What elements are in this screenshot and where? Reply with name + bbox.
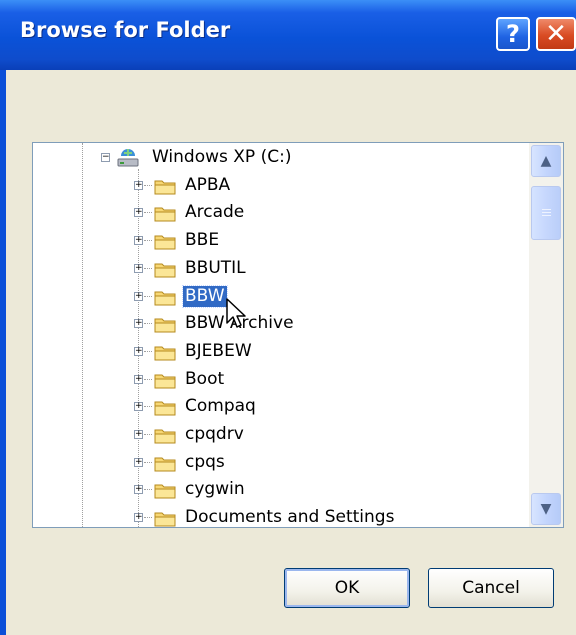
- vertical-scrollbar[interactable]: ▲ ▼: [529, 143, 563, 527]
- tree-folder-row[interactable]: + BBE: [33, 228, 529, 254]
- folder-icon: [154, 512, 176, 527]
- folder-label: BBUTIL: [185, 257, 246, 278]
- expand-icon[interactable]: +: [134, 346, 143, 356]
- expand-icon[interactable]: +: [134, 374, 143, 384]
- folder-icon: [154, 346, 176, 361]
- tree-connector: [144, 323, 152, 325]
- expand-icon[interactable]: +: [134, 402, 143, 412]
- tree-connector: [144, 350, 152, 352]
- expand-icon[interactable]: +: [134, 208, 143, 218]
- folder-icon: [154, 263, 176, 278]
- ok-button[interactable]: OK: [284, 568, 410, 608]
- collapse-icon[interactable]: −: [101, 153, 110, 162]
- folder-label: cygwin: [185, 479, 245, 500]
- scroll-down-button[interactable]: ▼: [531, 493, 561, 525]
- tree-connector: [144, 240, 152, 242]
- expand-icon[interactable]: +: [134, 291, 143, 301]
- expand-icon[interactable]: +: [134, 319, 143, 329]
- browse-folder-dialog: Browse for Folder ? ✕ − Windows XP (C:): [0, 0, 576, 635]
- expand-icon[interactable]: +: [134, 236, 143, 246]
- tree-folder-row[interactable]: + cygwin: [33, 477, 529, 503]
- tree-connector: [144, 434, 152, 435]
- folder-label: BBE: [185, 230, 220, 251]
- scroll-up-button[interactable]: ▲: [531, 145, 561, 177]
- folder-tree[interactable]: − Windows XP (C:) + APBA + Arcade + BBE + BBUTI…: [32, 142, 564, 528]
- folder-icon: [154, 401, 176, 416]
- tree-folder-row[interactable]: + BBW: [33, 284, 529, 310]
- dialog-title: Browse for Folder: [20, 18, 231, 42]
- expand-icon[interactable]: +: [134, 180, 143, 190]
- expand-icon[interactable]: +: [134, 457, 143, 467]
- folder-label: Documents and Settings: [185, 507, 395, 527]
- folder-icon: [154, 374, 176, 389]
- folder-label: APBA: [185, 174, 231, 195]
- tree-folder-row[interactable]: + BBUTIL: [33, 256, 529, 282]
- folder-icon: [154, 484, 176, 499]
- folder-label: Boot: [185, 368, 225, 389]
- folder-icon: [154, 457, 176, 472]
- folder-icon: [154, 207, 176, 222]
- close-button[interactable]: ✕: [536, 17, 576, 51]
- folder-label: BBW: [182, 284, 228, 308]
- expand-icon[interactable]: +: [134, 430, 143, 439]
- tree-connector: [144, 184, 152, 186]
- dialog-body: − Windows XP (C:) + APBA + Arcade + BBE + BBUTI…: [6, 70, 576, 635]
- tree-folder-row[interactable]: + BJEBEW: [33, 339, 529, 365]
- tree-connector: [144, 489, 152, 491]
- expand-icon[interactable]: +: [134, 485, 143, 495]
- cancel-button[interactable]: Cancel: [428, 568, 554, 608]
- folder-label: BJEBEW: [185, 340, 252, 361]
- tree-folder-row[interactable]: + Compaq: [33, 394, 529, 420]
- tree-connector: [144, 378, 152, 380]
- expand-icon[interactable]: +: [134, 513, 143, 523]
- tree-folder-row[interactable]: + Documents and Settings: [33, 505, 529, 527]
- folder-icon: [154, 235, 176, 250]
- drive-icon: [117, 149, 139, 167]
- folder-label: Arcade: [185, 202, 245, 223]
- folder-tree-viewport: − Windows XP (C:) + APBA + Arcade + BBE + BBUTI…: [33, 143, 529, 527]
- tree-connector: [144, 267, 152, 269]
- tree-folder-row[interactable]: + cpqs: [33, 450, 529, 476]
- folder-icon: [154, 291, 176, 305]
- tree-connector: [144, 517, 152, 519]
- help-button[interactable]: ?: [496, 17, 530, 51]
- title-bar[interactable]: Browse for Folder ? ✕: [0, 0, 576, 70]
- tree-folder-row[interactable]: + cpqdrv: [33, 422, 529, 448]
- folder-icon: [154, 429, 176, 444]
- folder-icon: [154, 180, 176, 195]
- expand-icon[interactable]: +: [134, 263, 143, 273]
- tree-connector: [144, 295, 152, 297]
- folder-label: cpqdrv: [185, 424, 244, 444]
- root-label: Windows XP (C:): [152, 147, 292, 167]
- tree-folder-row[interactable]: + Arcade: [33, 200, 529, 226]
- tree-folder-row[interactable]: + APBA: [33, 173, 529, 199]
- folder-label: Compaq: [185, 396, 256, 417]
- tree-connector: [144, 212, 152, 214]
- folder-icon: [154, 318, 176, 333]
- tree-connector: [144, 461, 152, 463]
- scroll-thumb[interactable]: [531, 186, 561, 240]
- tree-folder-row[interactable]: + BBW Archive: [33, 311, 529, 337]
- tree-root-row[interactable]: − Windows XP (C:): [33, 145, 529, 171]
- tree-connector: [144, 406, 152, 408]
- mouse-cursor-icon: [226, 298, 246, 328]
- folder-label: cpqs: [185, 451, 225, 472]
- tree-folder-row[interactable]: + Boot: [33, 367, 529, 393]
